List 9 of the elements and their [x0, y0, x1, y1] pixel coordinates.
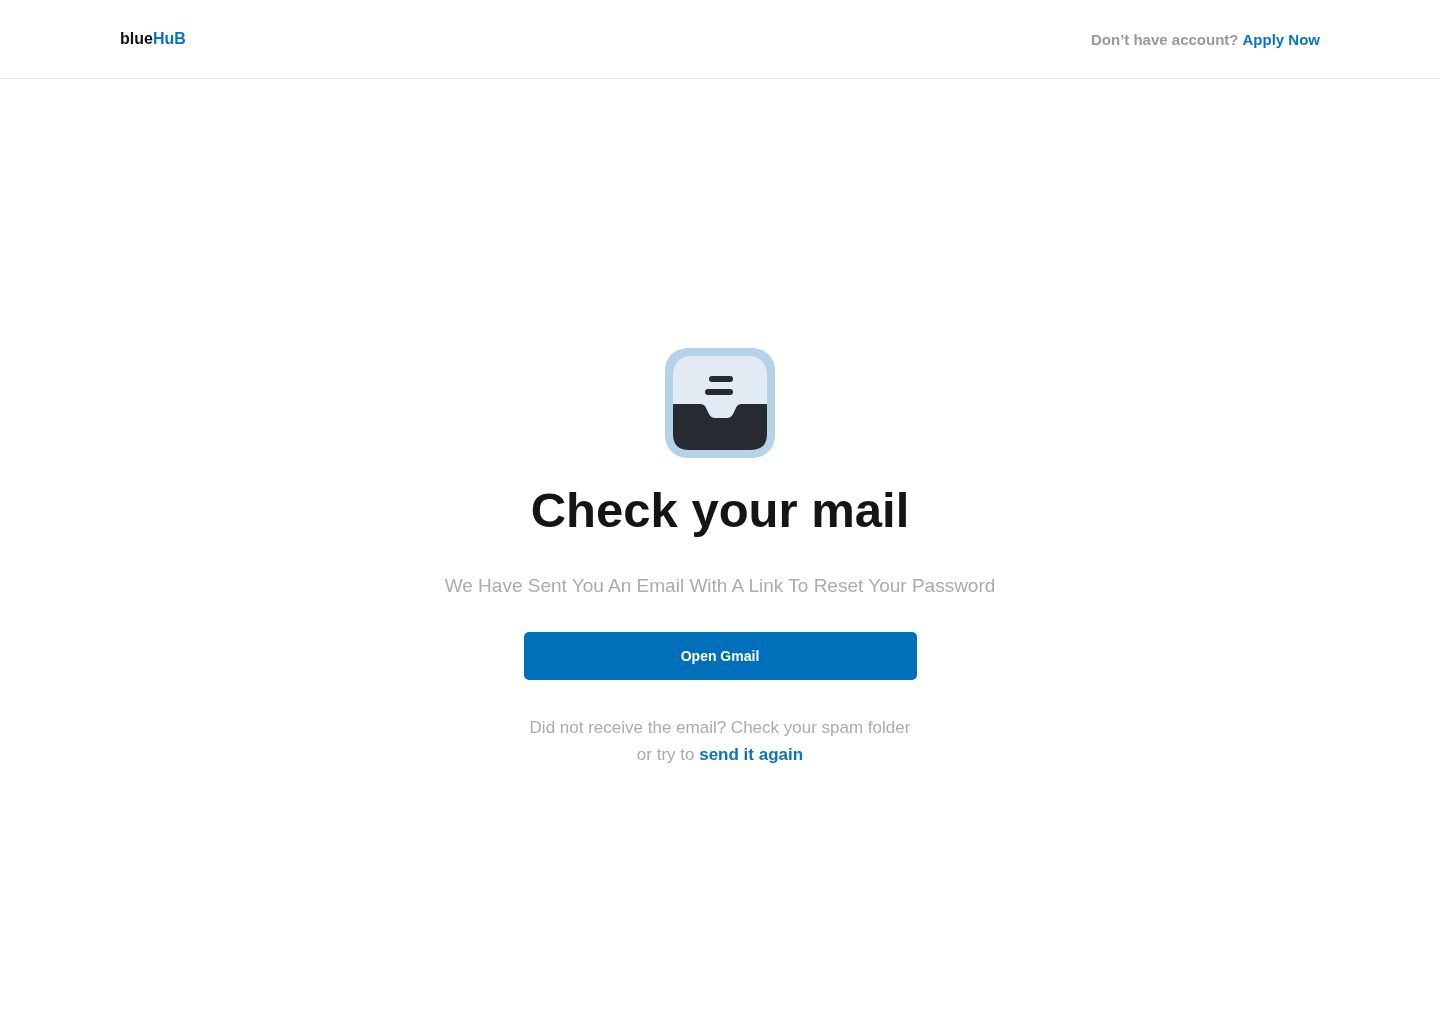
page-title: Check your mail — [530, 482, 910, 538]
apply-now-link[interactable]: Apply Now — [1242, 30, 1320, 48]
inbox-icon — [665, 348, 775, 458]
resend-note: Did not receive the email? Check your spam folder or try to send it again — [529, 717, 911, 766]
logo[interactable]: blueHuB — [120, 30, 186, 48]
send-again-link[interactable]: send it again — [699, 745, 804, 764]
signup-prompt: Don’t have account? — [1090, 30, 1239, 48]
open-gmail-button[interactable]: Open Gmail — [523, 632, 917, 680]
subtitle: We Have Sent You An Email With A Link To Reset Your Password — [444, 574, 996, 598]
